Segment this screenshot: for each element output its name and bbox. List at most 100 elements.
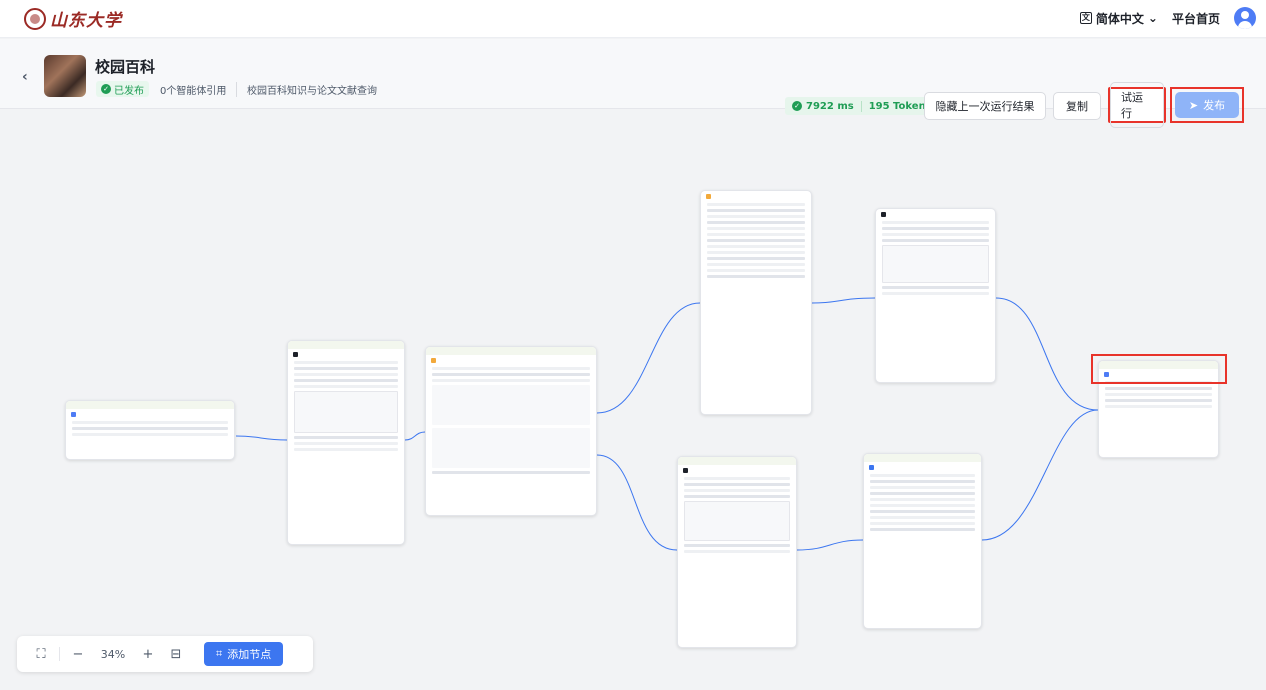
node-row [882, 239, 989, 242]
node-row [1105, 405, 1212, 408]
node-row [870, 510, 975, 513]
node-row [870, 504, 975, 507]
node-row [684, 550, 790, 553]
node-row [684, 489, 790, 492]
status-badge: ✓ 已发布 [96, 81, 149, 97]
node-row [294, 361, 398, 364]
node-row [882, 292, 989, 295]
node-row [294, 436, 398, 439]
app-thumbnail [44, 55, 86, 97]
node-row [870, 480, 975, 483]
fit-view-icon[interactable]: ⛶ [27, 647, 55, 662]
end-node-highlight [1091, 354, 1227, 384]
node-title [66, 409, 234, 418]
llm-node-2[interactable] [875, 208, 996, 383]
branch-if [432, 385, 590, 425]
llm-node-1[interactable] [287, 340, 405, 545]
node-row [707, 275, 805, 278]
edge [981, 409, 1099, 541]
zoom-out-icon[interactable]: − [64, 647, 92, 662]
node-title [426, 355, 596, 364]
reference-count: 0个智能体引用 [160, 86, 227, 97]
page-title: 校园百科 [95, 58, 156, 76]
node-row [870, 498, 975, 501]
seal-icon [24, 7, 46, 30]
node-row [684, 477, 790, 480]
node-run-status [426, 347, 596, 355]
plugin-icon [869, 465, 874, 470]
workflow-header: ‹ 校园百科 ✓ 已发布 0个智能体引用 校园百科知识与论文文献查询 ✓ 792… [0, 39, 1266, 128]
chevron-down-icon: ⌄ [1147, 11, 1158, 25]
zoom-in-icon[interactable]: + [134, 647, 162, 662]
edge [235, 435, 288, 441]
node-row [882, 221, 989, 224]
node-row [870, 474, 975, 477]
llm-icon [683, 468, 688, 473]
edge [995, 297, 1099, 411]
language-label: 简体中文 [1095, 11, 1144, 26]
back-arrow-icon[interactable]: ‹ [22, 69, 28, 85]
node-row [870, 516, 975, 519]
comment-icon[interactable]: ⊟ [162, 647, 190, 662]
add-node-button[interactable]: ⌗ 添加节点 [204, 642, 284, 666]
node-row [870, 528, 975, 531]
node-run-status [288, 341, 404, 349]
node-row [294, 448, 398, 451]
node-row [432, 379, 590, 382]
node-row [72, 433, 228, 436]
node-row [72, 421, 228, 424]
node-row [707, 251, 805, 254]
check-icon: ✓ [101, 84, 111, 94]
node-row [882, 233, 989, 236]
node-row [882, 286, 989, 289]
edge [811, 297, 876, 304]
node-row [72, 427, 228, 430]
node-row [707, 221, 805, 224]
node-row [707, 215, 805, 218]
node-row [882, 227, 989, 230]
top-bar: 山东大学 文 简体中文 ⌄ 平台首页 [0, 0, 1266, 38]
node-row [294, 442, 398, 445]
node-icon: ⌗ [216, 647, 223, 660]
knowledge-icon [706, 194, 711, 199]
node-run-status [678, 457, 796, 465]
home-link[interactable]: 平台首页 [1172, 10, 1220, 27]
llm-icon [881, 212, 886, 217]
node-row [707, 263, 805, 266]
divider [59, 647, 60, 661]
language-icon: 文 [1079, 12, 1092, 24]
node-row [684, 544, 790, 547]
condition-node[interactable] [425, 346, 597, 516]
node-row [870, 486, 975, 489]
branch-else-if [432, 428, 590, 468]
app-description: 校园百科知识与论文文献查询 [236, 82, 377, 97]
avatar[interactable] [1234, 7, 1256, 29]
llm-node-3[interactable] [677, 456, 797, 648]
node-title [864, 462, 981, 471]
node-row [707, 233, 805, 236]
edge [404, 431, 426, 441]
node-run-status [66, 401, 234, 409]
node-row [684, 483, 790, 486]
language-switcher[interactable]: 文 简体中文 ⌄ [1079, 10, 1158, 27]
start-icon [71, 412, 76, 417]
knowledge-retrieval-node[interactable] [700, 190, 812, 415]
workflow-canvas[interactable]: ⛶ − 34% + ⊟ ⌗ 添加节点 [0, 110, 1266, 690]
condition-icon [431, 358, 436, 363]
node-row [870, 522, 975, 525]
zoom-toolbar: ⛶ − 34% + ⊟ ⌗ 添加节点 [17, 636, 313, 672]
node-row [707, 203, 805, 206]
node-row [432, 373, 590, 376]
node-row [707, 209, 805, 212]
node-row [432, 367, 590, 370]
plugin-node[interactable] [863, 453, 982, 629]
node-title [678, 465, 796, 474]
edge [796, 539, 864, 551]
node-row [1105, 387, 1212, 390]
node-row [707, 227, 805, 230]
university-logo[interactable]: 山东大学 [24, 6, 122, 31]
start-node[interactable] [65, 400, 235, 460]
node-row [707, 257, 805, 260]
prompt-box [684, 501, 790, 541]
node-row [707, 269, 805, 272]
